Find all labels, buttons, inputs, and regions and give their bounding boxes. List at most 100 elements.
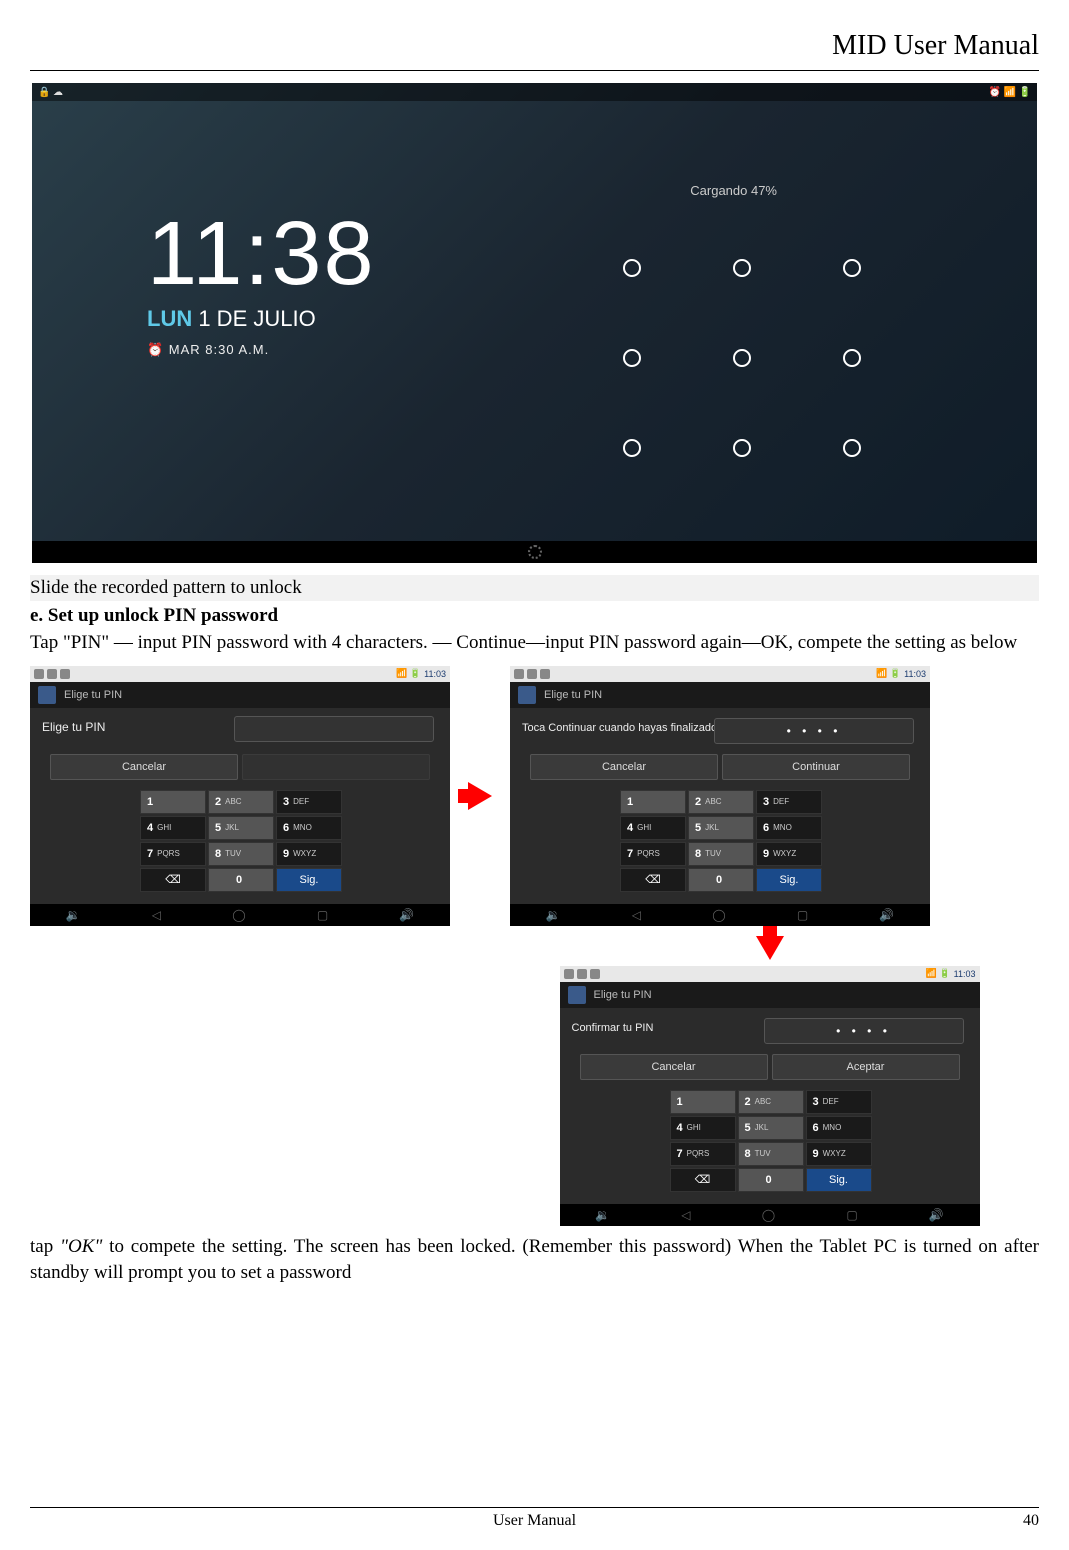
mini-status-bar: 📶 🔋11:03 (560, 966, 980, 982)
paragraph-1: Tap "PIN" — input PIN password with 4 ch… (30, 630, 1039, 656)
clock-time: 11:38 (147, 203, 376, 306)
vol-up-icon[interactable]: 🔊 (399, 908, 414, 922)
nav-bar: 🔉 ◁ ◯ ▢ 🔊 (510, 904, 930, 926)
key-8[interactable]: 8TUV (688, 842, 754, 866)
clock-block: 11:38 LUN 1 DE JULIO ⏰ MAR 8:30 A.M. (147, 203, 376, 358)
nav-bar: 🔉 ◁ ◯ ▢ 🔊 (30, 904, 450, 926)
key-0[interactable]: 0 (688, 868, 754, 892)
key-9[interactable]: 9WXYZ (756, 842, 822, 866)
key-2[interactable]: 2ABC (738, 1090, 804, 1114)
key-2[interactable]: 2ABC (688, 790, 754, 814)
recent-icon[interactable]: ▢ (317, 908, 328, 922)
key-3[interactable]: 3DEF (756, 790, 822, 814)
key-4[interactable]: 4GHI (670, 1116, 736, 1140)
pin-screenshot-3: 📶 🔋11:03 Elige tu PIN Confirmar tu PIN •… (560, 966, 980, 1226)
key-0[interactable]: 0 (208, 868, 274, 892)
key-3[interactable]: 3DEF (806, 1090, 872, 1114)
vol-up-icon[interactable]: 🔊 (879, 908, 894, 922)
vol-down-icon[interactable]: 🔉 (66, 908, 81, 922)
pin-input[interactable]: • • • • (714, 718, 914, 744)
key-4[interactable]: 4GHI (140, 816, 206, 840)
status-right-icons: ⏰ 📶 🔋 (989, 87, 1031, 98)
pattern-dot[interactable] (733, 349, 751, 367)
page-number: 40 (999, 1512, 1039, 1530)
vol-down-icon[interactable]: 🔉 (595, 1208, 610, 1222)
key-6[interactable]: 6MNO (276, 816, 342, 840)
key-5[interactable]: 5JKL (208, 816, 274, 840)
cancel-button[interactable]: Cancelar (530, 754, 718, 780)
key-1[interactable]: 1 (620, 790, 686, 814)
pin-input[interactable]: • • • • (764, 1018, 964, 1044)
pin-prompt: Elige tu PIN (42, 720, 105, 734)
home-icon[interactable]: ◯ (712, 908, 725, 922)
key-7[interactable]: 7PQRS (140, 842, 206, 866)
key-8[interactable]: 8TUV (208, 842, 274, 866)
cancel-button[interactable]: Cancelar (50, 754, 238, 780)
pin-input[interactable] (234, 716, 434, 742)
pattern-dot[interactable] (843, 439, 861, 457)
key-8[interactable]: 8TUV (738, 1142, 804, 1166)
back-icon[interactable]: ◁ (152, 908, 161, 922)
accept-button[interactable]: Aceptar (772, 1054, 960, 1080)
pattern-dot[interactable] (623, 349, 641, 367)
key-del[interactable]: ⌫ (620, 868, 686, 892)
key-next[interactable]: Sig. (276, 868, 342, 892)
cancel-button[interactable]: Cancelar (580, 1054, 768, 1080)
settings-icon (568, 986, 586, 1004)
key-next[interactable]: Sig. (806, 1168, 872, 1192)
settings-icon (518, 686, 536, 704)
key-6[interactable]: 6MNO (806, 1116, 872, 1140)
pattern-grid[interactable] (577, 223, 907, 493)
key-0[interactable]: 0 (738, 1168, 804, 1192)
pattern-dot[interactable] (843, 349, 861, 367)
key-4[interactable]: 4GHI (620, 816, 686, 840)
pattern-dot[interactable] (733, 259, 751, 277)
pin-screenshot-1: 📶 🔋11:03 Elige tu PIN Elige tu PIN Cance… (30, 666, 450, 926)
arrow-right-icon (468, 782, 492, 810)
key-next[interactable]: Sig. (756, 868, 822, 892)
pattern-dot[interactable] (623, 259, 641, 277)
arrow-down-icon (756, 936, 784, 960)
key-1[interactable]: 1 (140, 790, 206, 814)
back-icon[interactable]: ◁ (632, 908, 641, 922)
pattern-dot[interactable] (843, 259, 861, 277)
slide-instruction: Slide the recorded pattern to unlock (30, 575, 1039, 601)
mini-status-bar: 📶 🔋11:03 (30, 666, 450, 682)
breadcrumb-label: Elige tu PIN (594, 989, 652, 1001)
pattern-dot[interactable] (623, 439, 641, 457)
key-2[interactable]: 2ABC (208, 790, 274, 814)
breadcrumb-label: Elige tu PIN (64, 689, 122, 701)
pattern-dot[interactable] (733, 439, 751, 457)
key-del[interactable]: ⌫ (140, 868, 206, 892)
key-1[interactable]: 1 (670, 1090, 736, 1114)
key-5[interactable]: 5JKL (738, 1116, 804, 1140)
recent-icon[interactable]: ▢ (846, 1208, 857, 1222)
settings-icon (38, 686, 56, 704)
key-3[interactable]: 3DEF (276, 790, 342, 814)
keypad: 1 2ABC 3DEF 4GHI 5JKL 6MNO 7PQRS 8TUV 9W… (670, 1090, 872, 1192)
key-6[interactable]: 6MNO (756, 816, 822, 840)
key-5[interactable]: 5JKL (688, 816, 754, 840)
key-9[interactable]: 9WXYZ (806, 1142, 872, 1166)
breadcrumb: Elige tu PIN (560, 982, 980, 1008)
back-icon[interactable]: ◁ (681, 1208, 690, 1222)
alarm-label: ⏰ MAR 8:30 A.M. (147, 342, 376, 358)
breadcrumb: Elige tu PIN (30, 682, 450, 708)
vol-down-icon[interactable]: 🔉 (546, 908, 561, 922)
home-icon[interactable]: ◯ (232, 908, 245, 922)
key-del[interactable]: ⌫ (670, 1168, 736, 1192)
key-7[interactable]: 7PQRS (620, 842, 686, 866)
bottom-bar (32, 541, 1037, 563)
recent-icon[interactable]: ▢ (797, 908, 808, 922)
key-7[interactable]: 7PQRS (670, 1142, 736, 1166)
pin-message: Toca Continuar cuando hayas finalizado (522, 722, 717, 734)
continue-button[interactable]: Continuar (722, 754, 910, 780)
home-icon[interactable]: ◯ (762, 1208, 775, 1222)
vol-up-icon[interactable]: 🔊 (929, 1208, 944, 1222)
nav-bar: 🔉 ◁ ◯ ▢ 🔊 (560, 1204, 980, 1226)
status-left-icons: 🔒 ☁ (38, 87, 63, 98)
breadcrumb-label: Elige tu PIN (544, 689, 602, 701)
page-header: MID User Manual (30, 20, 1039, 71)
clock-date: LUN 1 DE JULIO (147, 306, 376, 332)
key-9[interactable]: 9WXYZ (276, 842, 342, 866)
